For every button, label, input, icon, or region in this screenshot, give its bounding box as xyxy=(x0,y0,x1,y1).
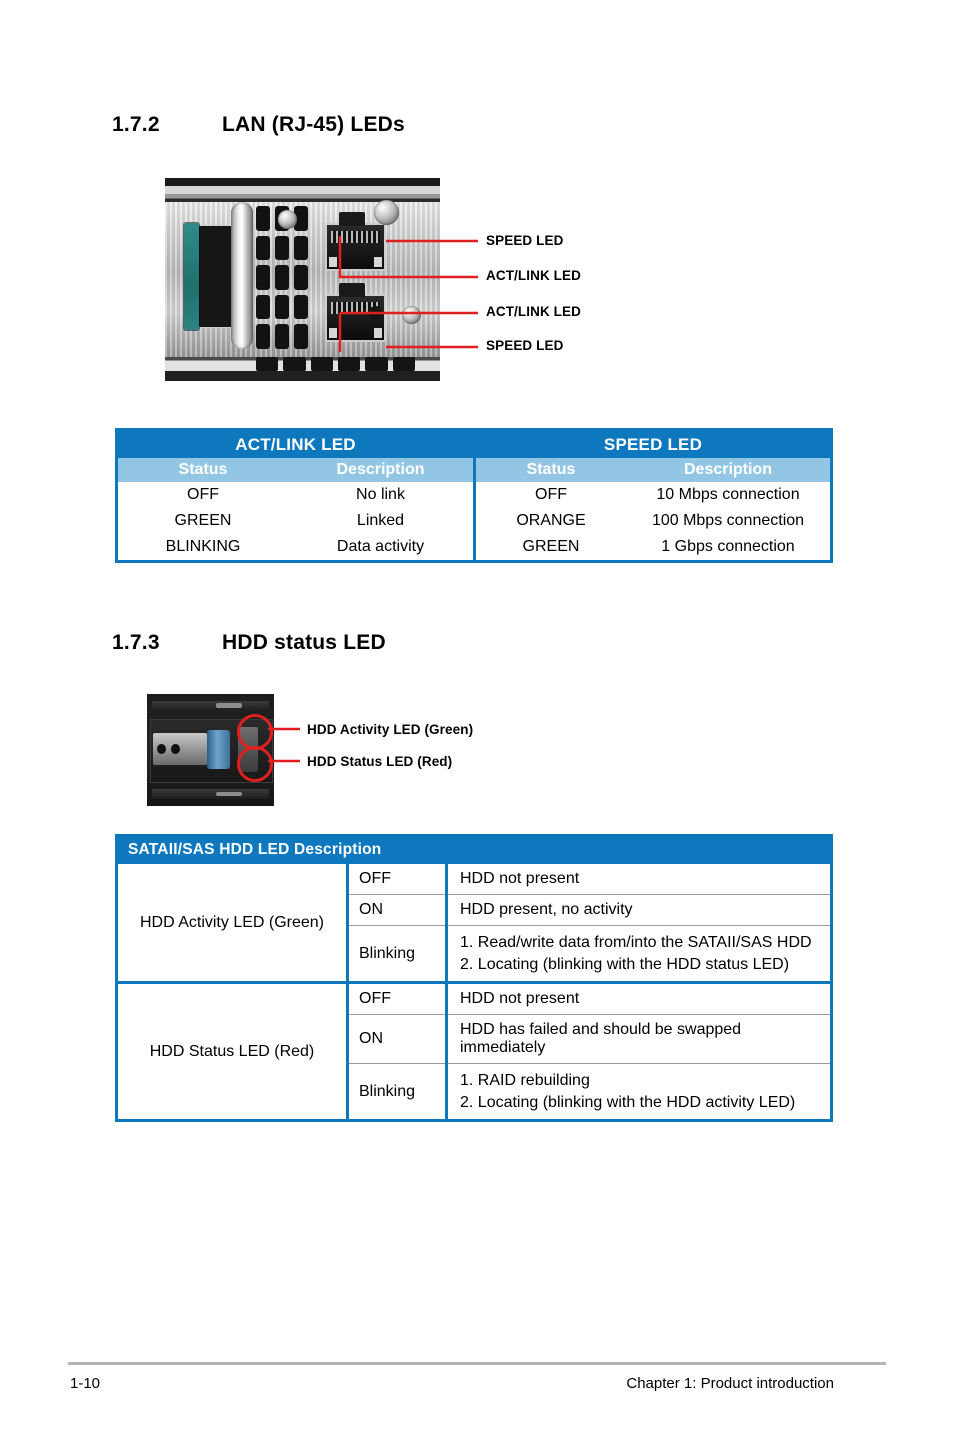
lan-col-header-status-speed: Status xyxy=(474,458,626,482)
thumbscrew-b xyxy=(374,200,399,225)
chassis-handle xyxy=(231,202,253,349)
footer-page-number: 1-10 xyxy=(70,1375,101,1392)
hdd-table-title: SATAII/SAS HDD LED Description xyxy=(116,835,832,864)
section-number-lan: 1.7.2 xyxy=(112,113,160,136)
hdd-desc-g0r1: HDD present, no activity xyxy=(446,894,832,926)
footer-divider xyxy=(68,1362,886,1365)
hdd-rail-bottom xyxy=(152,789,269,800)
hdd-state-g0r0: OFF xyxy=(347,864,448,895)
section-number-hdd: 1.7.3 xyxy=(112,631,160,654)
hdd-desc-g1r2-line2: 2. Locating (blinking with the HDD activ… xyxy=(460,1093,796,1111)
section-heading-hdd: 1.7.3 HDD status LED xyxy=(112,631,386,655)
hdd-tray-photo xyxy=(147,694,274,806)
callout-hdd-status-led: HDD Status LED (Red) xyxy=(307,754,453,769)
annotation-circle-status-led xyxy=(237,746,273,782)
lan-callout-lines xyxy=(338,236,478,352)
lan-table-group-header-row: ACT/LINK LED SPEED LED xyxy=(116,429,832,458)
lan-led-table: ACT/LINK LED SPEED LED Status Descriptio… xyxy=(115,428,833,563)
hdd-state-g1r1: ON xyxy=(347,1014,448,1064)
callout-speed-led-top: SPEED LED xyxy=(486,233,564,248)
table-row: BLINKING Data activity GREEN 1 Gbps conn… xyxy=(117,534,832,562)
hdd-desc-g1r1: HDD has failed and should be swapped imm… xyxy=(446,1014,832,1064)
thumbscrew-a xyxy=(277,210,297,229)
lan-cell-r0c2: OFF xyxy=(535,486,567,503)
hdd-state-g1r2: Blinking xyxy=(347,1063,448,1121)
callout-hdd-activity-led: HDD Activity LED (Green) xyxy=(307,722,474,737)
hdd-desc-g0r2: 1. Read/write data from/into the SATAII/… xyxy=(446,924,832,983)
callout-actlink-led-bottom: ACT/LINK LED xyxy=(486,304,581,319)
callout-speed-led-bottom: SPEED LED xyxy=(486,338,564,353)
table-row: HDD Activity LED (Green) OFF HDD not pre… xyxy=(116,864,832,983)
hdd-callout-lines xyxy=(268,727,300,763)
hdd-latch-hole-2 xyxy=(171,744,180,755)
lan-cell-r2c1: Data activity xyxy=(288,534,476,562)
callout-actlink-led-top: ACT/LINK LED xyxy=(486,268,581,283)
table-row: GREEN Linked ORANGE 100 Mbps connection xyxy=(117,508,832,534)
lan-cell-r1c1: Linked xyxy=(288,508,476,534)
section-title-hdd: HDD status LED xyxy=(222,631,386,654)
hdd-group-name-activity: HDD Activity LED (Green) xyxy=(116,864,349,983)
vent-strip-lower xyxy=(255,356,416,371)
hdd-rail-top xyxy=(152,700,269,711)
lan-cell-r2c2: GREEN xyxy=(522,538,580,555)
teal-connector-bar xyxy=(184,222,200,331)
section-heading-lan: 1.7.2 LAN (RJ-45) LEDs xyxy=(112,113,405,137)
table-row: OFF No link OFF 10 Mbps connection xyxy=(117,482,832,508)
rj45-led-right-bottom xyxy=(373,327,382,338)
hdd-state-g1r0: OFF xyxy=(347,981,448,1015)
lan-table-column-header-row: Status Description Status Description xyxy=(116,458,832,482)
table-row: HDD Status LED (Red) OFF HDD not present xyxy=(116,981,832,1121)
hdd-latch-hole-1 xyxy=(157,744,166,755)
hdd-latch xyxy=(152,733,207,765)
lan-group-header-actlink: ACT/LINK LED xyxy=(116,429,476,458)
annotation-circle-activity-led xyxy=(237,714,273,750)
rj45-led-left-top xyxy=(328,256,337,267)
lan-photo-body xyxy=(165,178,440,381)
lan-cell-r0c3: 10 Mbps connection xyxy=(656,486,800,503)
lan-cell-r1c0: GREEN xyxy=(174,512,232,529)
hdd-desc-g0r2-line1: 1. Read/write data from/into the SATAII/… xyxy=(460,934,812,951)
hdd-state-g0r2: Blinking xyxy=(347,924,448,983)
lan-col-header-status-actlink: Status xyxy=(116,458,288,482)
hdd-desc-g0r0: HDD not present xyxy=(460,870,580,887)
lan-col-header-desc-speed: Description xyxy=(626,458,832,482)
hdd-desc-g1r0: HDD not present xyxy=(446,981,832,1015)
lan-cell-r2c3: 1 Gbps connection xyxy=(661,538,795,555)
rj45-port-top xyxy=(324,212,387,272)
rj45-led-left-bottom xyxy=(328,327,337,338)
hdd-table-title-row: SATAII/SAS HDD LED Description xyxy=(116,835,832,864)
hdd-desc-g0r2-line2: 2. Locating (blinking with the HDD statu… xyxy=(460,955,790,973)
lan-cell-r1c3: 100 Mbps connection xyxy=(651,512,805,529)
footer-chapter-label: Chapter 1: Product introduction xyxy=(626,1375,834,1392)
lan-group-header-speed: SPEED LED xyxy=(474,429,832,458)
hdd-state-g0r1: ON xyxy=(347,894,448,926)
lan-cell-r0c0: OFF xyxy=(187,486,219,503)
lan-cell-r1c2: ORANGE xyxy=(516,512,586,529)
section-title-lan: LAN (RJ-45) LEDs xyxy=(222,113,405,136)
lan-col-header-desc-actlink: Description xyxy=(288,458,476,482)
hdd-desc-g1r2-line1: 1. RAID rebuilding xyxy=(460,1072,590,1090)
hdd-group-name-status: HDD Status LED (Red) xyxy=(116,981,349,1121)
rj45-led-right-top xyxy=(373,256,382,267)
hdd-desc-g1r2: 1. RAID rebuilding 2. Locating (blinking… xyxy=(446,1063,832,1121)
rj45-pins-top xyxy=(331,230,380,244)
lan-cell-r0c1: No link xyxy=(288,482,476,508)
hdd-led-table: SATAII/SAS HDD LED Description HDD Activ… xyxy=(115,834,833,1123)
lan-port-photo xyxy=(165,178,440,381)
hdd-blue-cylinder xyxy=(206,729,230,769)
lan-cell-r2c0: BLINKING xyxy=(165,538,241,555)
thumbscrew-c xyxy=(401,305,421,325)
